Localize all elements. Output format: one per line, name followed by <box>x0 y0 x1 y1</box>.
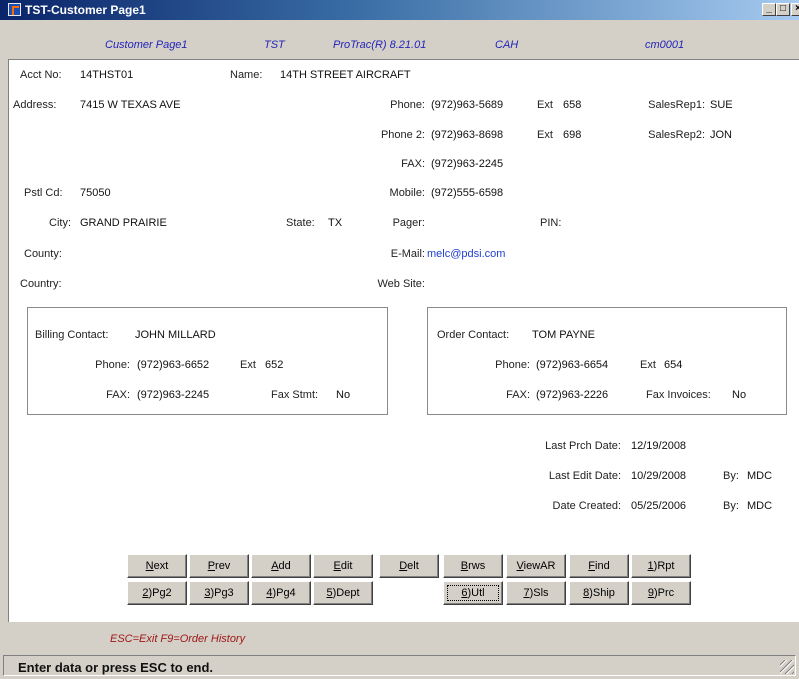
browse-button[interactable]: Brws <box>443 554 503 578</box>
name-field[interactable]: 14TH STREET AIRCRAFT <box>280 68 411 82</box>
billing-fax-field[interactable]: (972)963-2245 <box>137 388 209 402</box>
ship-button[interactable]: 8)Ship <box>569 581 629 605</box>
ext-field[interactable]: 658 <box>563 98 581 112</box>
utilities-button[interactable]: 6)Utl <box>443 581 503 605</box>
billing-phone-field[interactable]: (972)963-6652 <box>137 358 209 372</box>
status-text: Enter data or press ESC to end. <box>18 660 214 675</box>
address-field[interactable]: 7415 W TEXAS AVE <box>80 98 180 112</box>
county-label: County: <box>24 248 62 260</box>
app-icon <box>8 3 21 16</box>
pin-label: PIN: <box>540 217 562 229</box>
date-created-field[interactable]: 05/25/2006 <box>631 499 686 513</box>
salesrep2-field[interactable]: JON <box>710 128 732 142</box>
page3-button[interactable]: 3)Pg3 <box>189 581 249 605</box>
order-contact-field[interactable]: TOM PAYNE <box>532 328 595 342</box>
fax-invoices-label: Fax Invoices: <box>646 389 711 401</box>
page4-button[interactable]: 4)Pg4 <box>251 581 311 605</box>
fax-field[interactable]: (972)963-2245 <box>431 157 503 171</box>
email-field[interactable]: melc@pdsi.com <box>427 247 505 261</box>
billing-ext-field[interactable]: 652 <box>265 358 283 372</box>
mobile-field[interactable]: (972)555-6598 <box>431 186 503 200</box>
order-phone-field[interactable]: (972)963-6654 <box>536 358 608 372</box>
ext2-label: Ext <box>537 129 553 141</box>
phone-label: Phone: <box>390 99 425 111</box>
fax-label: FAX: <box>401 158 425 170</box>
find-button[interactable]: Find <box>569 554 629 578</box>
product-version: ProTrac(R) 8.21.01 <box>333 39 427 51</box>
maximize-button[interactable]: □ <box>776 3 790 16</box>
mobile-label: Mobile: <box>389 187 425 199</box>
keyboard-hint: ESC=Exit F9=Order History <box>110 633 246 645</box>
fax-stmt-label: Fax Stmt: <box>271 389 319 401</box>
name-label: Name: <box>230 69 263 81</box>
fax-stmt-field[interactable]: No <box>336 388 350 402</box>
acct-no-label: Acct No: <box>20 69 62 81</box>
acct-no-field[interactable]: 14THST01 <box>80 68 133 82</box>
order-fax-label: FAX: <box>506 389 530 401</box>
city-label: City: <box>49 217 71 229</box>
minimize-button[interactable]: _ <box>762 3 776 16</box>
date-created-label: Date Created: <box>552 500 621 512</box>
edit-by-label: By: <box>723 470 739 482</box>
billing-contact-label: Billing Contact: <box>35 329 109 341</box>
created-by-label: By: <box>723 500 739 512</box>
salesrep1-field[interactable]: SUE <box>710 98 733 112</box>
prev-button[interactable]: Prev <box>189 554 249 578</box>
ext-label: Ext <box>537 99 553 111</box>
order-phone-label: Phone: <box>495 359 530 371</box>
view-ar-button[interactable]: ViewAR <box>506 554 566 578</box>
salesrep2-label: SalesRep2: <box>648 129 705 141</box>
screen-id: cm0001 <box>645 39 685 51</box>
website-label: Web Site: <box>377 278 426 290</box>
salesrep1-label: SalesRep1: <box>648 99 705 111</box>
window-title: TST-Customer Page1 <box>25 3 146 17</box>
customer-window: TST-Customer Page1 _ □ × Customer Page1 … <box>0 0 799 679</box>
last-edit-date-label: Last Edit Date: <box>548 470 621 482</box>
address-label: Address: <box>13 99 57 111</box>
pager-label: Pager: <box>392 217 425 229</box>
order-ext-field[interactable]: 654 <box>664 358 682 372</box>
phone2-field[interactable]: (972)963-8698 <box>431 128 503 142</box>
next-button[interactable]: Next <box>127 554 187 578</box>
department-button[interactable]: 5)Dept <box>313 581 373 605</box>
title-bar[interactable]: TST-Customer Page1 _ □ × <box>0 0 799 20</box>
email-label: E-Mail: <box>390 248 425 260</box>
ext2-field[interactable]: 698 <box>563 128 581 142</box>
page2-button[interactable]: 2)Pg2 <box>127 581 187 605</box>
user-code: CAH <box>495 39 519 51</box>
created-by-field[interactable]: MDC <box>747 499 772 513</box>
delete-button[interactable]: Delt <box>379 554 439 578</box>
postal-code-label: Pstl Cd: <box>24 187 63 199</box>
phone2-label: Phone 2: <box>380 129 425 141</box>
fax-invoices-field[interactable]: No <box>732 388 746 402</box>
last-purchase-date-label: Last Prch Date: <box>545 440 621 452</box>
edit-button[interactable]: Edit <box>313 554 373 578</box>
postal-code-field[interactable]: 75050 <box>80 186 111 200</box>
order-contact-label: Order Contact: <box>437 329 510 341</box>
billing-fax-label: FAX: <box>106 389 130 401</box>
pricing-button[interactable]: 9)Prc <box>631 581 691 605</box>
state-label: State: <box>286 217 315 229</box>
city-field[interactable]: GRAND PRAIRIE <box>80 216 167 230</box>
billing-contact-field[interactable]: JOHN MILLARD <box>135 328 216 342</box>
close-button[interactable]: × <box>791 3 799 16</box>
last-edit-date-field[interactable]: 10/29/2008 <box>631 469 686 483</box>
company-code: TST <box>264 39 285 51</box>
billing-ext-label: Ext <box>240 359 256 371</box>
order-ext-label: Ext <box>640 359 656 371</box>
add-button[interactable]: Add <box>251 554 311 578</box>
page-name: Customer Page1 <box>105 39 188 51</box>
billing-phone-label: Phone: <box>95 359 130 371</box>
order-fax-field[interactable]: (972)963-2226 <box>536 388 608 402</box>
resize-grip-icon[interactable] <box>780 660 794 674</box>
country-label: Country: <box>20 278 62 290</box>
last-purchase-date-field[interactable]: 12/19/2008 <box>631 439 686 453</box>
edit-by-field[interactable]: MDC <box>747 469 772 483</box>
report-button[interactable]: 1)Rpt <box>631 554 691 578</box>
sales-button[interactable]: 7)Sls <box>506 581 566 605</box>
phone-field[interactable]: (972)963-5689 <box>431 98 503 112</box>
